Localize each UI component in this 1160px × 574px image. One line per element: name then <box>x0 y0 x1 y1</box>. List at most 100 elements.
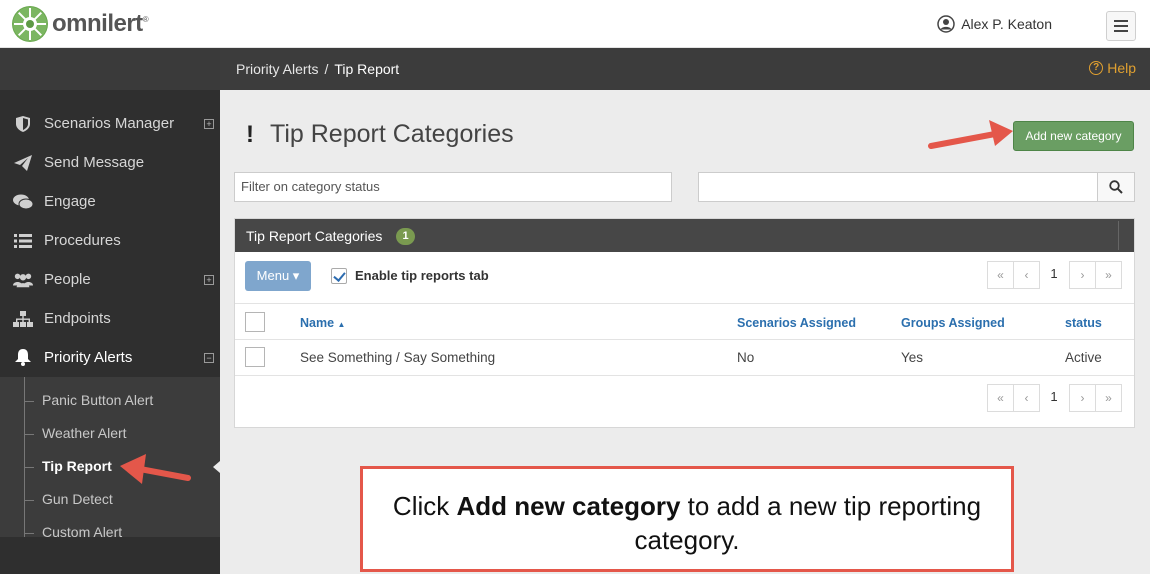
logo[interactable]: omnilert® <box>12 6 149 42</box>
page-number: 1 <box>1050 389 1058 404</box>
sidebar-item-engage[interactable]: Engage <box>0 182 220 221</box>
submenu-tick <box>24 401 34 402</box>
submenu-tick <box>24 533 34 534</box>
sidebar-item-label: Send Message <box>44 154 145 171</box>
expand-plus-icon[interactable]: + <box>204 274 214 285</box>
sidebar-item-send-message[interactable]: Send Message <box>0 143 220 182</box>
menu-dropdown-button[interactable]: Menu ▾ <box>245 261 311 291</box>
exclamation-icon: ! <box>246 120 254 148</box>
user-name: Alex P. Keaton <box>961 16 1052 32</box>
sub-item-panic-button-alert[interactable]: Panic Button Alert <box>42 392 153 408</box>
breadcrumb-bar: Priority Alerts / Tip Report ? Help <box>220 48 1150 90</box>
question-circle-icon: ? <box>1089 61 1104 75</box>
search-button[interactable] <box>1097 172 1135 202</box>
breadcrumb-separator: / <box>324 61 329 77</box>
help-label: Help <box>1107 60 1136 76</box>
page-number: 1 <box>1050 266 1058 281</box>
table-row[interactable]: See Something / Say Something No Yes Act… <box>235 340 1134 376</box>
cell-scenarios-assigned: No <box>737 350 755 365</box>
search-input[interactable] <box>698 172 1098 202</box>
enable-tip-reports-checkbox[interactable] <box>331 268 347 284</box>
instruction-callout: Click Add new category to add a new tip … <box>360 466 1014 572</box>
sidebar-item-label: Scenarios Manager <box>44 115 175 132</box>
sort-asc-icon: ▲ <box>337 320 346 329</box>
user-menu[interactable]: Alex P. Keaton <box>937 15 1052 33</box>
sidebar-item-label: People <box>44 271 91 288</box>
pagination-top: « ‹ 1 › » <box>987 261 1122 289</box>
last-page-button[interactable]: » <box>1095 261 1122 289</box>
bell-icon <box>13 349 33 366</box>
prev-page-button[interactable]: ‹ <box>1013 384 1040 412</box>
paper-plane-icon <box>13 154 33 171</box>
hamburger-line <box>1114 30 1128 32</box>
pagination-bottom: « ‹ 1 › » <box>987 384 1122 412</box>
hamburger-line <box>1114 25 1128 27</box>
column-header-groups-assigned[interactable]: Groups Assigned <box>901 316 1005 330</box>
expand-plus-icon[interactable]: + <box>204 118 214 129</box>
sidebar-item-label: Procedures <box>44 232 121 249</box>
table-header: Name ▲ Scenarios Assigned Groups Assigne… <box>235 303 1134 340</box>
sidebar-item-label: Engage <box>44 193 96 210</box>
column-header-scenarios-assigned[interactable]: Scenarios Assigned <box>737 316 856 330</box>
sidebar-item-scenarios-manager[interactable]: Scenarios Manager + <box>0 104 220 143</box>
add-new-category-button[interactable]: Add new category <box>1013 121 1134 151</box>
sub-item-tip-report[interactable]: Tip Report <box>42 458 112 474</box>
row-checkbox[interactable] <box>245 347 265 367</box>
help-link[interactable]: ? Help <box>1089 60 1136 76</box>
sub-item-weather-alert[interactable]: Weather Alert <box>42 425 127 441</box>
tip-report-categories-panel: Tip Report Categories 1 Menu ▾ Enable ti… <box>234 218 1135 428</box>
last-page-button[interactable]: » <box>1095 384 1122 412</box>
sub-item-custom-alert[interactable]: Custom Alert <box>42 524 122 540</box>
top-bar: omnilert® Alex P. Keaton <box>0 0 1150 48</box>
next-page-button[interactable]: › <box>1069 384 1096 412</box>
column-header-status[interactable]: status <box>1065 316 1102 330</box>
cell-status: Active <box>1065 350 1102 365</box>
filter-category-status-input[interactable]: Filter on category status <box>234 172 672 202</box>
column-header-label: Name <box>300 316 335 330</box>
panel-title: Tip Report Categories <box>246 228 383 244</box>
list-icon <box>13 233 33 248</box>
first-page-button[interactable]: « <box>987 261 1014 289</box>
enable-tip-reports-label: Enable tip reports tab <box>355 268 489 283</box>
annotation-arrow-icon <box>928 120 1013 149</box>
sidebar-item-people[interactable]: People + <box>0 260 220 299</box>
shield-icon <box>13 115 33 132</box>
callout-bold: Add new category <box>456 491 681 521</box>
sidebar-top-strip <box>0 48 220 90</box>
hamburger-menu-button[interactable] <box>1106 11 1136 41</box>
users-icon <box>13 272 33 288</box>
sidebar: Scenarios Manager + Send Message Engage … <box>0 48 220 574</box>
sub-item-gun-detect[interactable]: Gun Detect <box>42 491 113 507</box>
annotation-arrow-icon <box>120 454 191 484</box>
sidebar-item-priority-alerts[interactable]: Priority Alerts − <box>0 338 220 377</box>
menu-button-label: Menu <box>256 268 290 283</box>
first-page-button[interactable]: « <box>987 384 1014 412</box>
callout-suffix: to add a new tip reporting category. <box>634 491 982 555</box>
breadcrumb: Priority Alerts / Tip Report <box>236 61 399 77</box>
user-circle-icon <box>937 15 955 33</box>
sitemap-icon <box>13 310 33 327</box>
hamburger-line <box>1114 20 1128 22</box>
column-header-name[interactable]: Name ▲ <box>300 316 345 330</box>
submenu-tick <box>24 434 34 435</box>
count-badge: 1 <box>396 228 415 245</box>
active-item-caret-icon <box>213 461 220 473</box>
next-page-button[interactable]: › <box>1069 261 1096 289</box>
breadcrumb-parent-link[interactable]: Priority Alerts <box>236 61 318 77</box>
brand-name: omnilert® <box>52 10 149 37</box>
search-icon <box>1109 180 1123 194</box>
sidebar-item-label: Endpoints <box>44 310 111 327</box>
sidebar-item-endpoints[interactable]: Endpoints <box>0 299 220 338</box>
submenu-tick <box>24 500 34 501</box>
select-all-checkbox[interactable] <box>245 312 265 332</box>
submenu-tick <box>24 467 34 468</box>
prev-page-button[interactable]: ‹ <box>1013 261 1040 289</box>
cell-groups-assigned: Yes <box>901 350 924 365</box>
collapse-minus-icon[interactable]: − <box>204 352 214 363</box>
caret-down-icon: ▾ <box>289 268 300 283</box>
page-title-text: Tip Report Categories <box>270 120 514 148</box>
header-divider <box>1118 221 1119 250</box>
sidebar-item-procedures[interactable]: Procedures <box>0 221 220 260</box>
callout-prefix: Click <box>392 491 457 521</box>
page-title: ! Tip Report Categories <box>246 120 514 149</box>
